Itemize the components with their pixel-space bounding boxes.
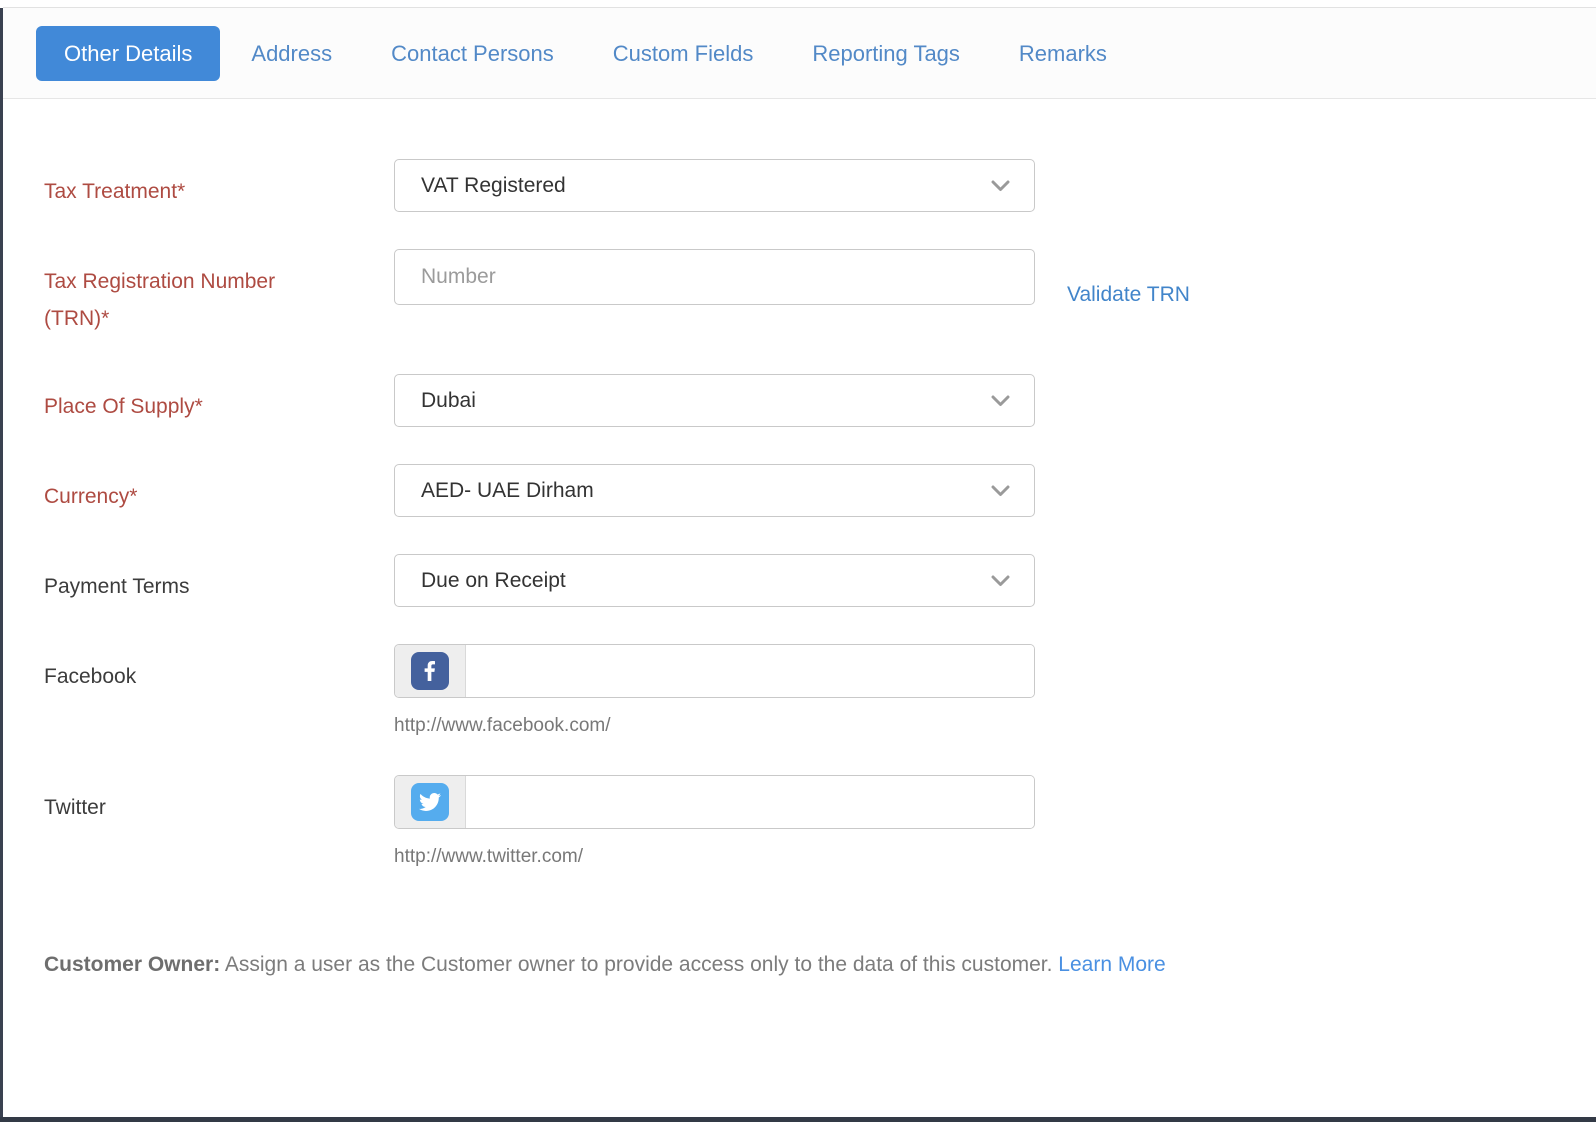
- twitter-icon: [411, 783, 449, 821]
- window-edge-left: [0, 8, 3, 1122]
- window-edge-bottom: [0, 1117, 1596, 1122]
- tab-remarks[interactable]: Remarks: [991, 26, 1135, 81]
- tab-other-details[interactable]: Other Details: [36, 26, 220, 81]
- twitter-label: Twitter: [44, 775, 394, 826]
- twitter-url-hint: http://www.twitter.com/: [394, 845, 1035, 869]
- trn-input[interactable]: [394, 249, 1035, 305]
- tab-reporting-tags[interactable]: Reporting Tags: [784, 26, 988, 81]
- other-details-form: Tax Treatment* VAT Registered Tax Regist…: [3, 100, 1596, 978]
- tab-contact-persons[interactable]: Contact Persons: [363, 26, 582, 81]
- facebook-addon: [395, 645, 466, 697]
- payment-terms-select[interactable]: Due on Receipt: [394, 554, 1035, 607]
- form-row-twitter: Twitter http://www.twitter.com/: [44, 775, 1596, 869]
- tax-treatment-select[interactable]: VAT Registered: [394, 159, 1035, 212]
- place-of-supply-select[interactable]: Dubai: [394, 374, 1035, 427]
- place-of-supply-value: Dubai: [421, 389, 476, 413]
- facebook-input[interactable]: [466, 645, 1034, 697]
- form-row-facebook: Facebook http://www.facebook.com/: [44, 644, 1596, 738]
- trn-label: Tax Registration Number (TRN)*: [44, 249, 394, 337]
- tab-bar: Other Details Address Contact Persons Cu…: [3, 7, 1596, 99]
- customer-owner-note-title: Customer Owner:: [44, 953, 220, 976]
- facebook-icon: [411, 652, 449, 690]
- form-row-currency: Currency* AED- UAE Dirham: [44, 464, 1596, 517]
- form-row-trn: Tax Registration Number (TRN)* Validate …: [44, 249, 1596, 337]
- currency-select[interactable]: AED- UAE Dirham: [394, 464, 1035, 517]
- chevron-down-icon: [991, 485, 1010, 497]
- tab-address[interactable]: Address: [223, 26, 360, 81]
- tax-treatment-label: Tax Treatment*: [44, 159, 394, 210]
- payment-terms-value: Due on Receipt: [421, 569, 566, 593]
- form-row-tax-treatment: Tax Treatment* VAT Registered: [44, 159, 1596, 212]
- facebook-input-group: [394, 644, 1035, 698]
- payment-terms-label: Payment Terms: [44, 554, 394, 605]
- chevron-down-icon: [991, 575, 1010, 587]
- chevron-down-icon: [991, 395, 1010, 407]
- twitter-input-group: [394, 775, 1035, 829]
- currency-value: AED- UAE Dirham: [421, 479, 594, 503]
- tax-treatment-value: VAT Registered: [421, 174, 566, 198]
- place-of-supply-label: Place Of Supply*: [44, 374, 394, 425]
- twitter-input[interactable]: [466, 776, 1034, 828]
- customer-owner-note: Customer Owner: Assign a user as the Cus…: [44, 952, 1596, 978]
- facebook-url-hint: http://www.facebook.com/: [394, 714, 1035, 738]
- form-row-payment-terms: Payment Terms Due on Receipt: [44, 554, 1596, 607]
- chevron-down-icon: [991, 180, 1010, 192]
- currency-label: Currency*: [44, 464, 394, 515]
- twitter-addon: [395, 776, 466, 828]
- form-row-place-of-supply: Place Of Supply* Dubai: [44, 374, 1596, 427]
- tab-custom-fields[interactable]: Custom Fields: [585, 26, 782, 81]
- customer-owner-note-text: Assign a user as the Customer owner to p…: [220, 953, 1058, 976]
- facebook-label: Facebook: [44, 644, 394, 695]
- validate-trn-link[interactable]: Validate TRN: [1067, 279, 1190, 307]
- learn-more-link[interactable]: Learn More: [1058, 953, 1165, 976]
